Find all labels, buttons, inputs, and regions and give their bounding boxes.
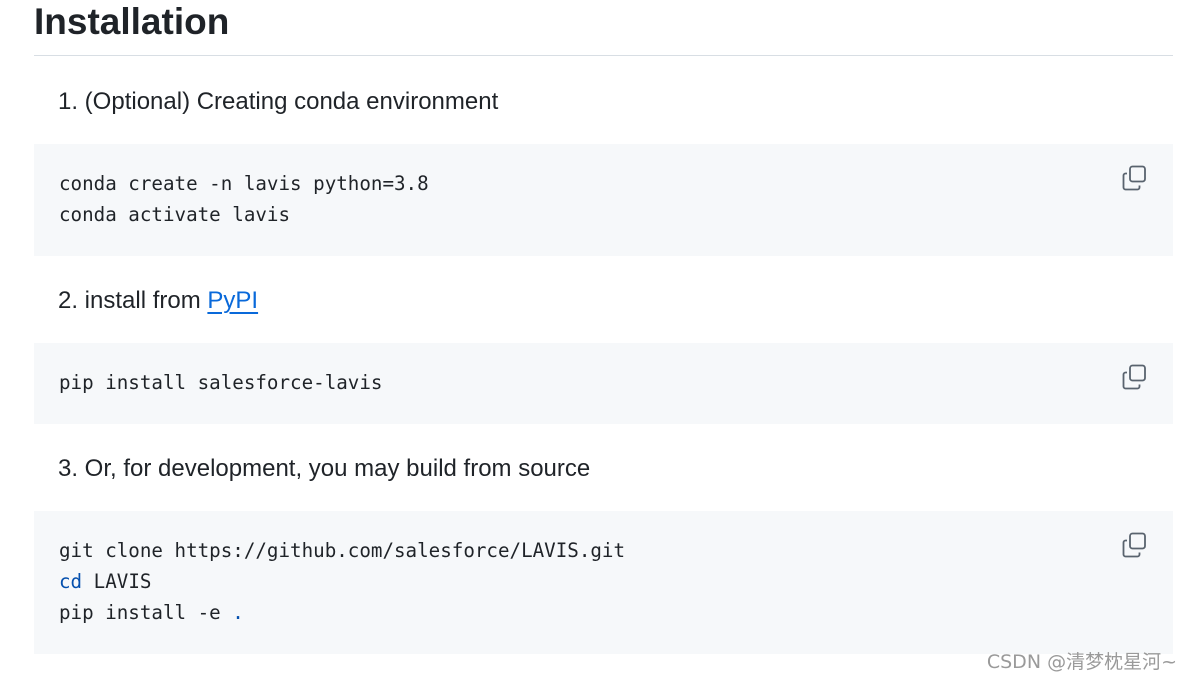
- code-line: git clone https://github.com/salesforce/…: [59, 539, 626, 562]
- code-block-source: git clone https://github.com/salesforce/…: [34, 511, 1173, 654]
- step-1-text: 1. (Optional) Creating conda environment: [58, 88, 499, 115]
- step-3-text: 3. Or, for development, you may build fr…: [58, 455, 591, 482]
- code-line: pip install -e .: [59, 597, 625, 628]
- code-dot: .: [232, 601, 244, 624]
- section-heading: Installation: [34, 0, 1173, 56]
- copy-icon: [1122, 364, 1146, 390]
- code-line: cd LAVIS: [59, 566, 625, 597]
- code-text: LAVIS: [82, 570, 152, 593]
- step-1-label: 1. (Optional) Creating conda environment: [58, 87, 498, 117]
- copy-button[interactable]: [1121, 164, 1149, 192]
- step-2-label: 2. install from PyPI: [58, 286, 258, 316]
- code-line: conda activate lavis: [59, 203, 291, 226]
- watermark: CSDN @清梦枕星河~: [986, 651, 1177, 673]
- copy-button[interactable]: [1121, 363, 1149, 391]
- code-line: pip install salesforce-lavis: [59, 371, 383, 394]
- code-line: conda create -n lavis python=3.8: [59, 172, 429, 195]
- code-content: git clone https://github.com/salesforce/…: [59, 535, 625, 628]
- step-3-label: 3. Or, for development, you may build fr…: [58, 454, 590, 484]
- pypi-link[interactable]: PyPI: [207, 287, 258, 314]
- code-block-conda: conda create -n lavis python=3.8 conda ac…: [34, 144, 1173, 256]
- code-text: pip install -e: [59, 601, 233, 624]
- code-content: conda create -n lavis python=3.8 conda ac…: [59, 168, 429, 230]
- code-keyword: cd: [59, 570, 83, 593]
- code-block-pip: pip install salesforce-lavis: [34, 343, 1173, 424]
- copy-icon: [1122, 165, 1146, 191]
- code-content: pip install salesforce-lavis: [59, 367, 382, 398]
- page-title: Installation: [34, 1, 230, 42]
- copy-icon: [1122, 532, 1146, 558]
- step-2-text: 2. install from: [58, 287, 208, 314]
- copy-button[interactable]: [1121, 531, 1149, 559]
